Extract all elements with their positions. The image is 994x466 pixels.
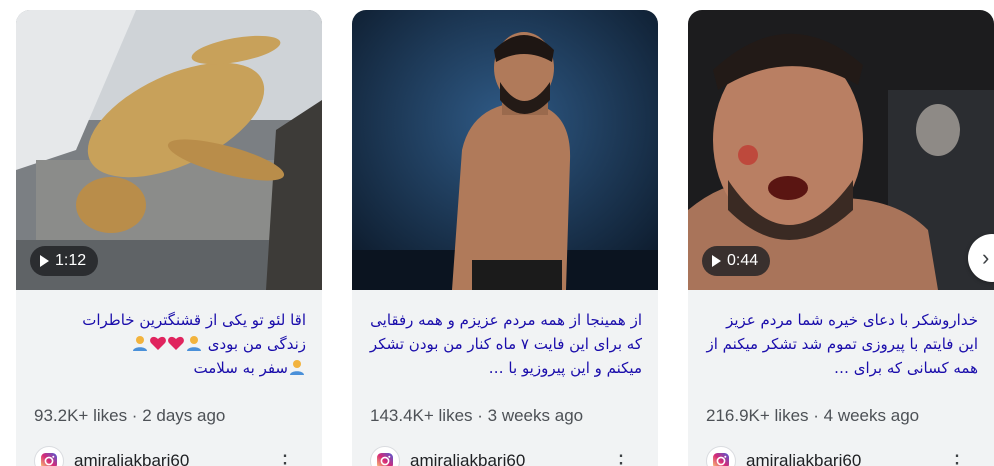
more-vert-icon[interactable]: ⋮ (274, 452, 296, 466)
instagram-icon (34, 446, 64, 466)
play-icon (712, 255, 721, 267)
duration-text: 1:12 (55, 252, 87, 269)
instagram-icon (370, 446, 400, 466)
author-row[interactable]: amiraliakbari60 ⋮ (352, 446, 658, 466)
person-emoji-icon (290, 360, 304, 375)
video-duration-badge: 1:12 (30, 246, 99, 276)
title-text: خداروشکر با دعای خیره شما مردم عزیز این … (706, 311, 979, 377)
video-thumbnail[interactable] (352, 10, 658, 290)
video-title-link[interactable]: اقا لئو تو یکی از قشنگترین خاطرات زندگی … (16, 308, 322, 398)
title-line: اقا لئو تو یکی از قشنگترین خاطرات (82, 311, 306, 329)
author-row[interactable]: amiraliakbari60 ⋮ (16, 446, 322, 466)
video-card[interactable]: 1:12 اقا لئو تو یکی از قشنگترین خاطرات ز… (16, 10, 322, 466)
author-name: amiraliakbari60 (410, 451, 526, 466)
video-card[interactable]: از همینجا از همه مردم عزیزم و همه رفقایی… (352, 10, 658, 466)
video-thumbnail[interactable]: 0:44 (688, 10, 994, 290)
video-duration-badge: 0:44 (702, 246, 771, 276)
person-emoji-icon (186, 336, 201, 351)
instagram-icon (706, 446, 736, 466)
thumbnail-image (352, 10, 658, 290)
author-name: amiraliakbari60 (746, 451, 862, 466)
heart-emoji-icon (168, 336, 184, 350)
author-row[interactable]: amiraliakbari60 ⋮ (688, 446, 994, 466)
chevron-right-icon: › (982, 245, 990, 270)
video-stats: 216.9K+ likes · 4 weeks ago (706, 406, 920, 425)
title-line: سفر به سلامت (32, 356, 306, 380)
duration-text: 0:44 (727, 252, 759, 269)
video-carousel: 1:12 اقا لئو تو یکی از قشنگترین خاطرات ز… (0, 0, 994, 466)
video-title-link[interactable]: خداروشکر با دعای خیره شما مردم عزیز این … (688, 308, 994, 398)
title-text: از همینجا از همه مردم عزیزم و همه رفقایی… (369, 311, 642, 377)
heart-emoji-icon (150, 336, 166, 350)
video-card[interactable]: 0:44 خداروشکر با دعای خیره شما مردم عزیز… (688, 10, 994, 466)
title-text: زندگی من بودی (207, 335, 306, 353)
more-vert-icon[interactable]: ⋮ (610, 452, 632, 466)
play-icon (40, 255, 49, 267)
more-vert-icon[interactable]: ⋮ (946, 452, 968, 466)
video-thumbnail[interactable]: 1:12 (16, 10, 322, 290)
video-title-link[interactable]: از همینجا از همه مردم عزیزم و همه رفقایی… (352, 308, 658, 398)
title-text: سفر به سلامت (193, 359, 288, 377)
title-line: زندگی من بودی (32, 332, 306, 356)
person-emoji-icon (132, 336, 147, 351)
author-name: amiraliakbari60 (74, 451, 190, 466)
video-stats: 93.2K+ likes · 2 days ago (34, 406, 226, 425)
video-stats: 143.4K+ likes · 3 weeks ago (370, 406, 584, 425)
